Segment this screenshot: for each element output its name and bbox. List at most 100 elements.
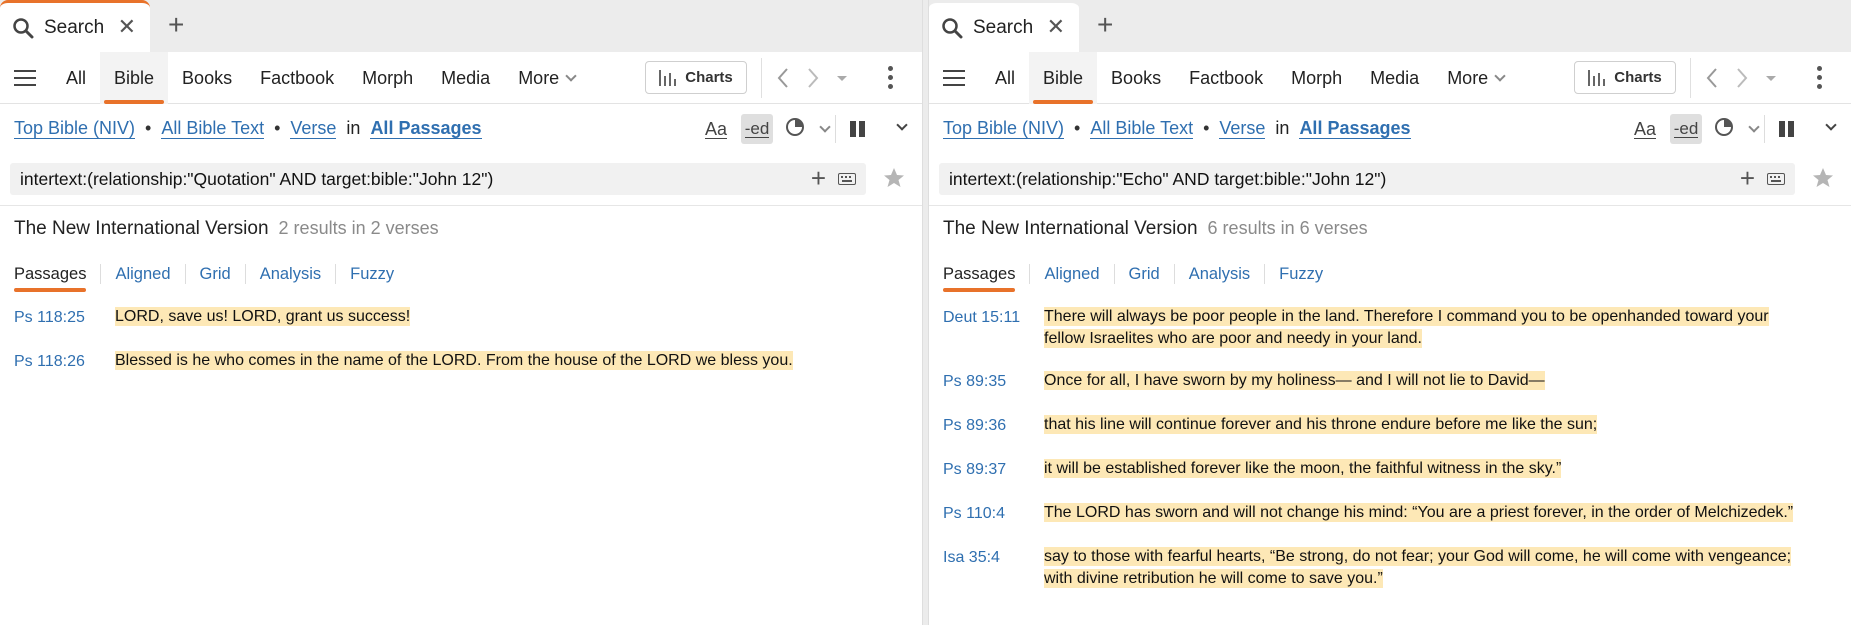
add-icon[interactable]: + (811, 165, 826, 191)
tab-analysis[interactable]: Analysis (246, 264, 337, 284)
chevron-down-icon (1494, 69, 1506, 82)
verse-reference-link[interactable]: Ps 118:25 (14, 306, 115, 330)
search-scope-bar: Top Bible (NIV) • All Bible Text • Verse… (929, 104, 1851, 152)
result-row: Ps 118:26 Blessed is he who comes in the… (14, 350, 793, 374)
star-icon[interactable] (882, 166, 906, 190)
history-dropdown-icon[interactable] (1765, 67, 1777, 89)
nav-tab-all[interactable]: All (981, 52, 1029, 104)
menu-icon[interactable] (943, 65, 965, 91)
nav-tab-bible[interactable]: Bible (1029, 51, 1098, 104)
keyboard-icon[interactable] (838, 173, 856, 185)
search-panel-right: Search ✕ + All Bible Books Factbook Morp… (929, 0, 1851, 625)
verse-reference-link[interactable]: Ps 89:37 (943, 458, 1044, 482)
verse-reference-link[interactable]: Deut 15:11 (943, 306, 1044, 350)
tab-fuzzy[interactable]: Fuzzy (336, 264, 408, 284)
tools-divider (1764, 115, 1765, 143)
pause-icon[interactable] (1779, 121, 1797, 137)
star-icon[interactable] (1811, 166, 1835, 190)
verse-reference-link[interactable]: Isa 35:4 (943, 546, 1044, 590)
verse-reference-link[interactable]: Ps 110:4 (943, 502, 1044, 526)
more-options-icon[interactable] (1817, 66, 1823, 93)
verse-reference-link[interactable]: Ps 118:26 (14, 350, 115, 374)
tab-aligned[interactable]: Aligned (101, 264, 186, 284)
verse-text: that his line will continue forever and … (1044, 415, 1598, 434)
tab-label: Search (973, 16, 1034, 38)
search-input[interactable]: intertext:(relationship:"Quotation" AND … (10, 163, 866, 195)
passages-link[interactable]: All Passages (1299, 118, 1411, 139)
inflections-toggle[interactable]: -ed (741, 114, 773, 144)
new-tab-icon[interactable]: + (1097, 10, 1113, 40)
tab-grid[interactable]: Grid (1115, 264, 1175, 284)
visual-filter-button[interactable] (785, 117, 831, 142)
panel-splitter[interactable] (922, 0, 929, 625)
app-window: Search ✕ + All Bible Books Factbook Morp… (0, 0, 1851, 625)
charts-button[interactable]: Charts (1574, 61, 1676, 94)
unit-link[interactable]: Verse (1219, 118, 1266, 139)
tab-search[interactable]: Search ✕ (0, 0, 150, 52)
charts-label: Charts (685, 69, 733, 86)
result-row: Ps 89:35 Once for all, I have sworn by m… (943, 370, 1804, 394)
verse-reference-link[interactable]: Ps 89:36 (943, 414, 1044, 438)
tab-aligned[interactable]: Aligned (1030, 264, 1115, 284)
nav-tab-books[interactable]: Books (168, 52, 246, 104)
bar-chart-icon (1588, 69, 1606, 86)
tab-fuzzy[interactable]: Fuzzy (1265, 264, 1337, 284)
tab-passages[interactable]: Passages (943, 264, 1031, 292)
tab-search[interactable]: Search ✕ (929, 0, 1079, 52)
forward-arrow-icon[interactable] (806, 67, 820, 89)
tools-divider (835, 115, 836, 143)
charts-button[interactable]: Charts (645, 61, 747, 94)
chevron-down-icon[interactable] (896, 119, 908, 131)
font-size-button[interactable]: Aa (1633, 120, 1656, 139)
close-icon[interactable]: ✕ (1047, 16, 1065, 38)
in-label: in (1275, 117, 1290, 138)
tab-analysis[interactable]: Analysis (1175, 264, 1266, 284)
tab-passages[interactable]: Passages (14, 264, 102, 292)
nav-tab-morph[interactable]: Morph (348, 52, 427, 104)
verse-reference-link[interactable]: Ps 89:35 (943, 370, 1044, 394)
back-arrow-icon[interactable] (1705, 67, 1719, 89)
visual-filter-button[interactable] (1714, 117, 1760, 142)
nav-tab-bible[interactable]: Bible (100, 51, 169, 104)
close-icon[interactable]: ✕ (118, 16, 136, 38)
keyboard-icon[interactable] (1767, 173, 1785, 185)
unit-link[interactable]: Verse (290, 118, 337, 139)
resource-link[interactable]: Top Bible (NIV) (943, 118, 1065, 139)
font-size-button[interactable]: Aa (704, 120, 727, 139)
result-row: Ps 118:25 LORD, save us! LORD, grant us … (14, 306, 793, 330)
add-icon[interactable]: + (1740, 165, 1755, 191)
new-tab-icon[interactable]: + (168, 10, 184, 40)
bar-chart-icon (659, 69, 677, 86)
nav-tab-media[interactable]: Media (427, 52, 504, 104)
nav-tab-factbook[interactable]: Factbook (246, 52, 348, 104)
result-row: Ps 89:37 it will be established forever … (943, 458, 1804, 482)
inflections-toggle[interactable]: -ed (1670, 114, 1702, 144)
chevron-down-icon[interactable] (1825, 119, 1837, 131)
tab-grid[interactable]: Grid (186, 264, 246, 284)
nav-tab-factbook[interactable]: Factbook (1175, 52, 1277, 104)
pause-icon[interactable] (850, 121, 868, 137)
nav-tab-media[interactable]: Media (1356, 52, 1433, 104)
result-row: Deut 15:11 There will always be poor peo… (943, 306, 1804, 350)
nav-tab-books[interactable]: Books (1097, 52, 1175, 104)
nav-tab-all[interactable]: All (52, 52, 100, 104)
search-icon (942, 17, 963, 38)
nav-tab-morph[interactable]: Morph (1277, 52, 1356, 104)
range-link[interactable]: All Bible Text (1090, 118, 1194, 139)
view-tabs: Passages Aligned Grid Analysis Fuzzy (943, 264, 1337, 292)
search-panel-left: Search ✕ + All Bible Books Factbook Morp… (0, 0, 922, 625)
resource-link[interactable]: Top Bible (NIV) (14, 118, 136, 139)
search-input[interactable]: intertext:(relationship:"Echo" AND targe… (939, 163, 1795, 195)
nav-tab-more[interactable]: More (504, 52, 589, 104)
back-arrow-icon[interactable] (776, 67, 790, 89)
passages-link[interactable]: All Passages (370, 118, 482, 139)
menu-icon[interactable] (14, 65, 36, 91)
in-label: in (346, 117, 361, 138)
results-header: The New International Version 2 results i… (14, 218, 439, 240)
forward-arrow-icon[interactable] (1735, 67, 1749, 89)
history-dropdown-icon[interactable] (836, 67, 848, 89)
range-link[interactable]: All Bible Text (161, 118, 265, 139)
display-tools: Aa -ed (704, 114, 908, 144)
more-options-icon[interactable] (888, 66, 894, 93)
nav-tab-more[interactable]: More (1433, 52, 1518, 104)
